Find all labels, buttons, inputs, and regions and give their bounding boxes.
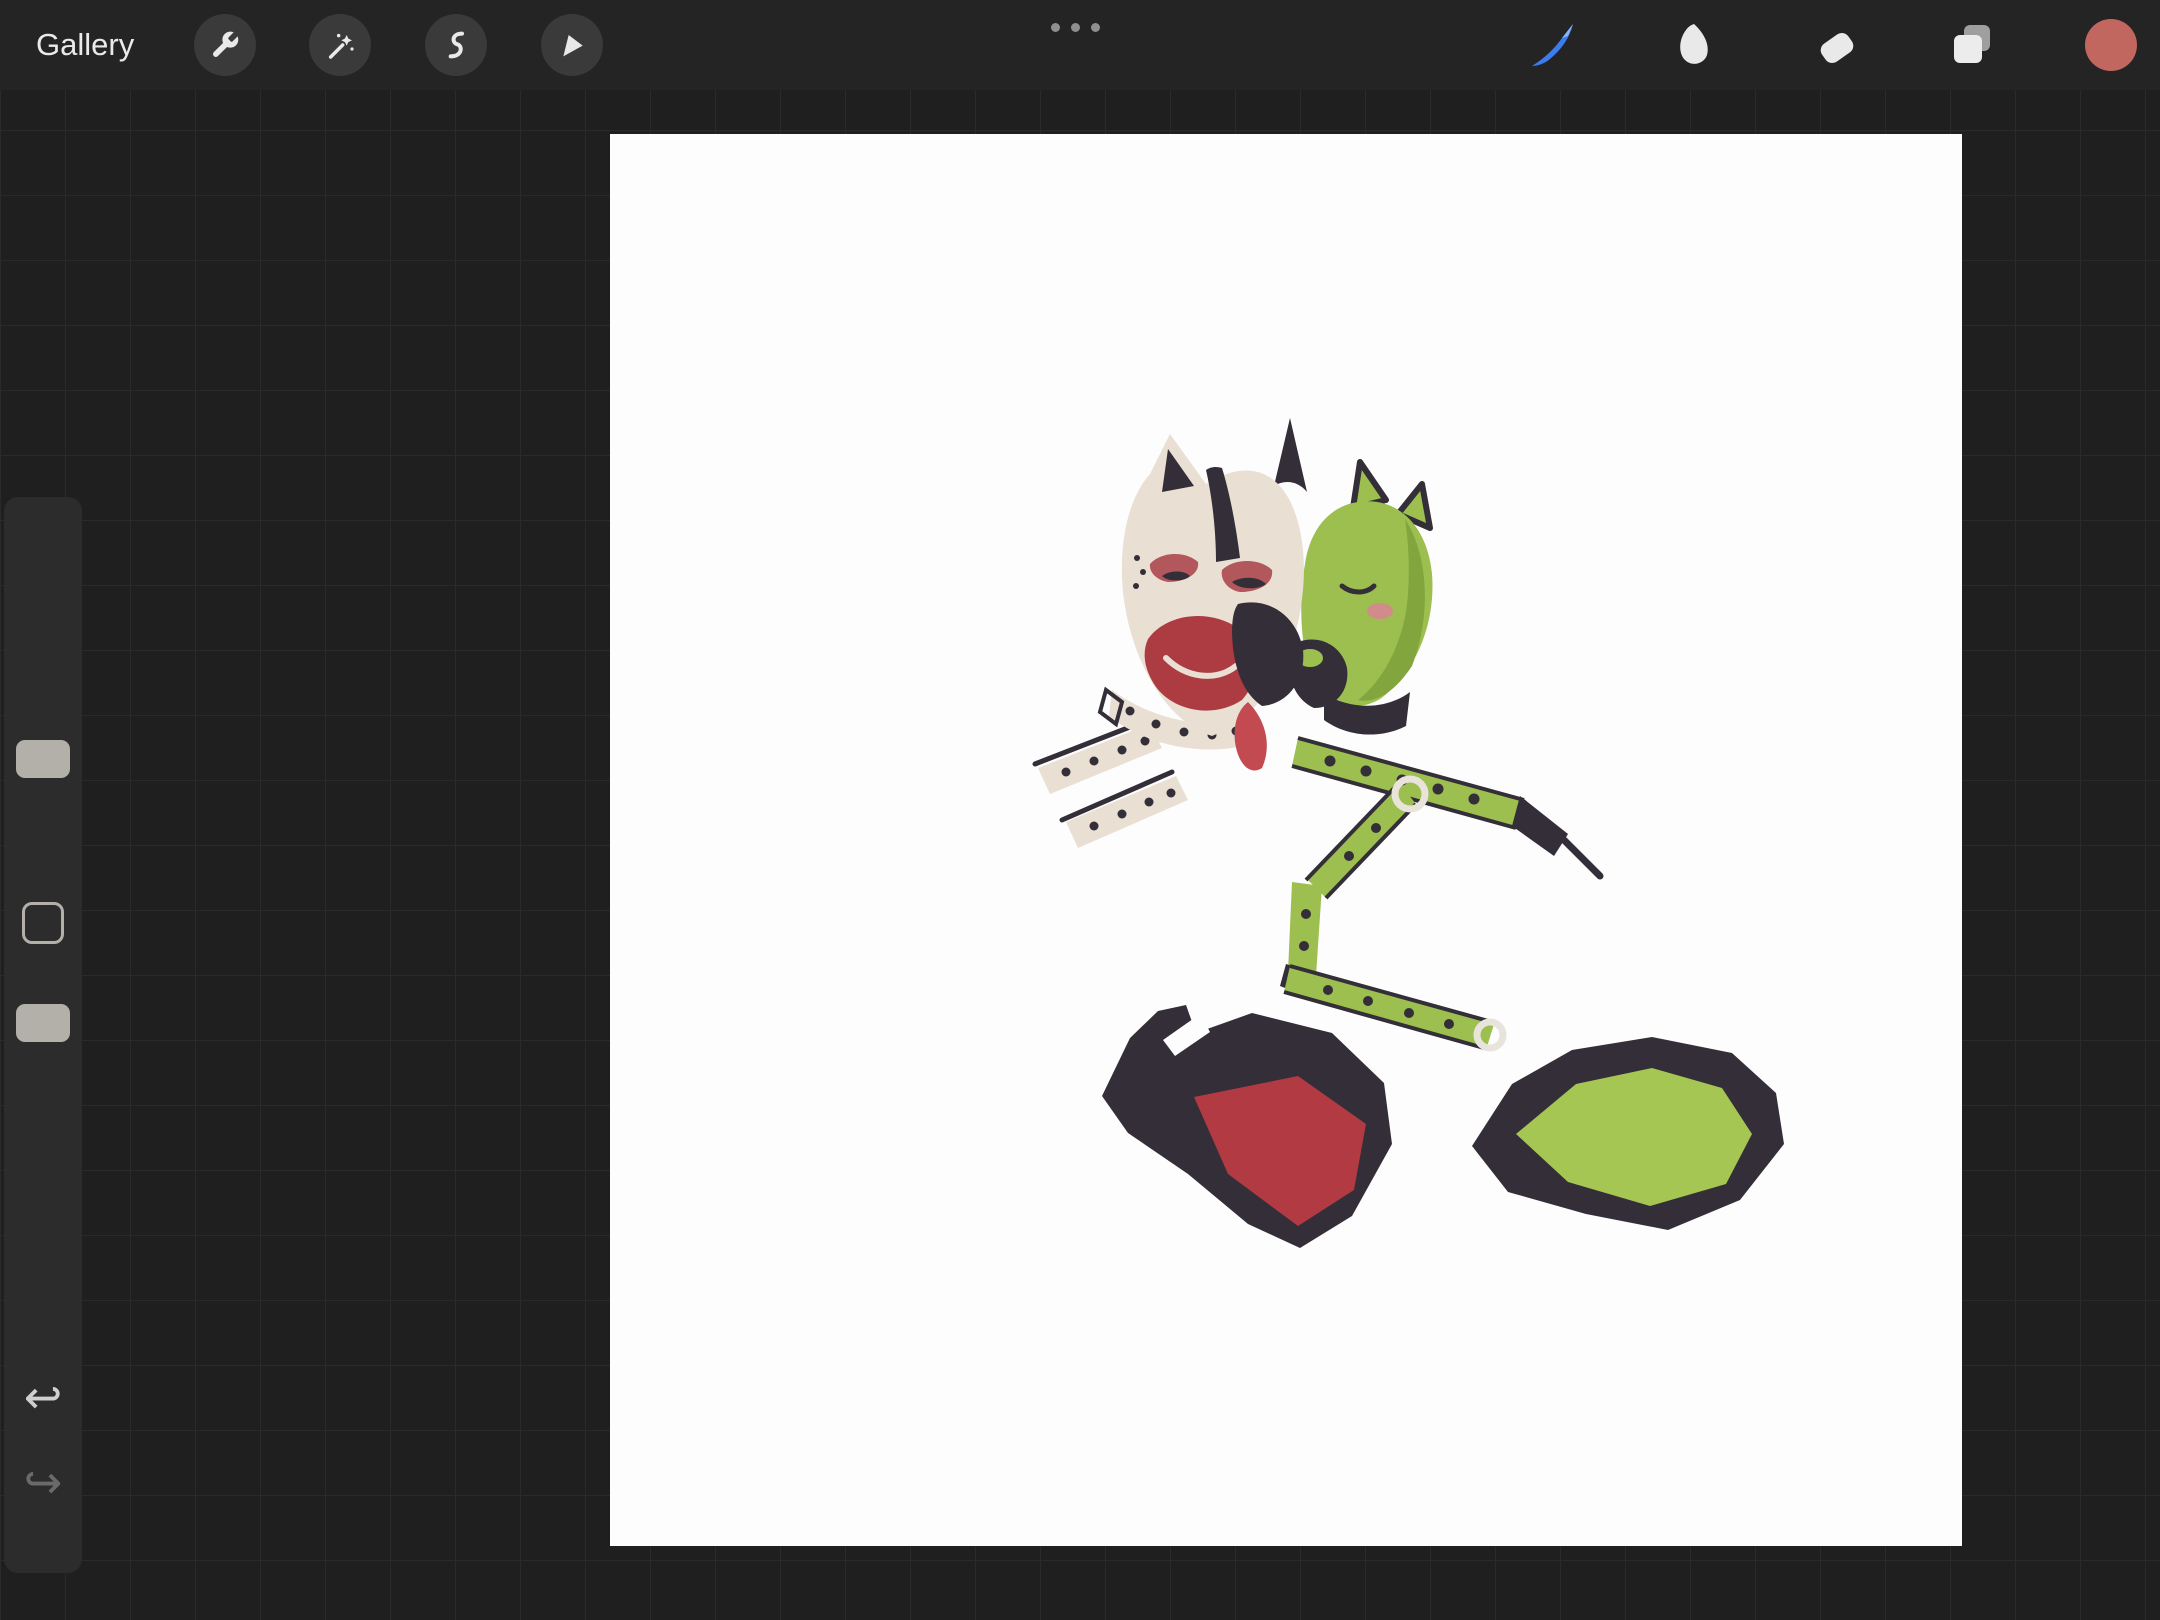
artwork-two-pup-masks (610, 134, 1962, 1546)
paintbrush-icon (1525, 17, 1581, 73)
smudge-icon (1664, 17, 1720, 73)
erase-tool-button[interactable] (1809, 17, 1865, 73)
selection-button[interactable] (425, 14, 487, 76)
opacity-handle[interactable] (16, 1004, 70, 1042)
actions-button[interactable] (194, 14, 256, 76)
layers-button[interactable] (1944, 17, 2000, 73)
eraser-icon (1809, 17, 1865, 73)
gallery-button[interactable]: Gallery (36, 0, 134, 90)
modify-button[interactable] (22, 902, 64, 944)
undo-button[interactable]: ↩ (4, 1367, 82, 1427)
wrench-icon (209, 29, 241, 61)
paint-tool-button[interactable] (1525, 17, 1581, 73)
transform-button[interactable] (541, 14, 603, 76)
opacity-slider[interactable] (4, 967, 82, 1347)
ellipsis-icon (1091, 23, 1100, 32)
redo-button[interactable]: ↪ (4, 1452, 82, 1512)
layers-icon (1944, 17, 2000, 73)
canvas-menu-button[interactable] (1051, 18, 1109, 36)
color-swatch[interactable] (2085, 19, 2137, 71)
magic-wand-icon (324, 29, 356, 61)
topbar: Gallery (0, 0, 2160, 90)
ellipsis-icon (1051, 23, 1060, 32)
drawing-canvas[interactable] (610, 134, 1962, 1546)
transform-arrow-icon (556, 29, 588, 61)
adjustments-button[interactable] (309, 14, 371, 76)
selection-s-icon (440, 29, 472, 61)
brush-size-handle[interactable] (16, 740, 70, 778)
smudge-tool-button[interactable] (1664, 17, 1720, 73)
brush-size-slider[interactable] (4, 497, 82, 887)
sidebar: ↩ ↪ (4, 497, 82, 1573)
ellipsis-icon (1071, 23, 1080, 32)
